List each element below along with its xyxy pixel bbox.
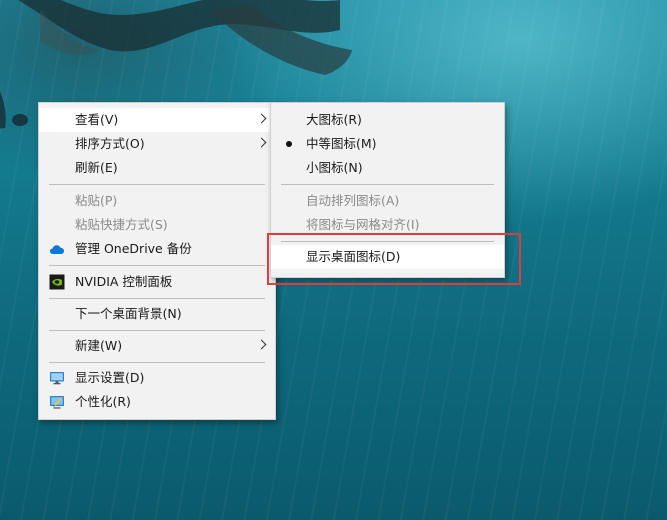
submenu-item-medium-icons[interactable]: 中等图标(M) [271, 132, 504, 156]
menu-item-label: 粘贴(P) [75, 193, 118, 208]
menu-item-personalize[interactable]: 个性化(R) [39, 390, 275, 414]
onedrive-cloud-icon [50, 245, 64, 254]
menu-item-view[interactable]: 查看(V) [39, 108, 275, 132]
annotation-highlight-box [267, 233, 521, 285]
menu-separator [49, 265, 265, 266]
menu-item-label: NVIDIA 控制面板 [75, 274, 173, 289]
menu-separator [49, 330, 265, 331]
menu-separator [49, 362, 265, 363]
menu-item-paste-shortcut[interactable]: 粘贴快捷方式(S) [39, 213, 275, 237]
menu-item-label: 中等图标(M) [306, 136, 377, 151]
menu-separator [281, 184, 494, 185]
menu-item-label: 新建(W) [75, 338, 123, 353]
menu-item-new[interactable]: 新建(W) [39, 334, 275, 358]
desktop[interactable]: 查看(V) 排序方式(O) 刷新(E) 粘贴(P) 粘贴快捷方式(S) 管理 O… [0, 0, 667, 520]
menu-item-refresh[interactable]: 刷新(E) [39, 156, 275, 180]
display-settings-icon [50, 372, 64, 385]
menu-item-nvidia-control-panel[interactable]: NVIDIA 控制面板 [39, 270, 275, 294]
menu-item-display-settings[interactable]: 显示设置(D) [39, 366, 275, 390]
menu-item-label: 小图标(N) [306, 160, 363, 175]
submenu-item-auto-arrange[interactable]: 自动排列图标(A) [271, 189, 504, 213]
menu-item-label: 个性化(R) [75, 394, 131, 409]
personalize-icon [50, 396, 64, 409]
menu-item-label: 刷新(E) [75, 160, 118, 175]
chevron-right-icon [256, 113, 267, 124]
menu-item-label: 大图标(R) [306, 112, 362, 127]
menu-item-label: 排序方式(O) [75, 136, 145, 151]
submenu-item-large-icons[interactable]: 大图标(R) [271, 108, 504, 132]
menu-item-next-desktop-background[interactable]: 下一个桌面背景(N) [39, 302, 275, 326]
chevron-right-icon [256, 137, 267, 148]
submenu-item-small-icons[interactable]: 小图标(N) [271, 156, 504, 180]
menu-separator [49, 184, 265, 185]
desktop-context-menu: 查看(V) 排序方式(O) 刷新(E) 粘贴(P) 粘贴快捷方式(S) 管理 O… [38, 102, 276, 420]
selected-bullet-icon [286, 141, 292, 147]
menu-item-label: 粘贴快捷方式(S) [75, 217, 168, 232]
menu-item-paste[interactable]: 粘贴(P) [39, 189, 275, 213]
chevron-right-icon [256, 339, 267, 350]
menu-item-label: 显示设置(D) [75, 370, 145, 385]
menu-item-sort-by[interactable]: 排序方式(O) [39, 132, 275, 156]
menu-item-manage-onedrive-backup[interactable]: 管理 OneDrive 备份 [39, 237, 275, 261]
nvidia-icon [49, 274, 65, 290]
menu-item-label: 管理 OneDrive 备份 [75, 241, 192, 256]
menu-item-label: 下一个桌面背景(N) [75, 306, 182, 321]
menu-item-label: 自动排列图标(A) [306, 193, 400, 208]
menu-item-label: 查看(V) [75, 112, 119, 127]
menu-separator [49, 298, 265, 299]
